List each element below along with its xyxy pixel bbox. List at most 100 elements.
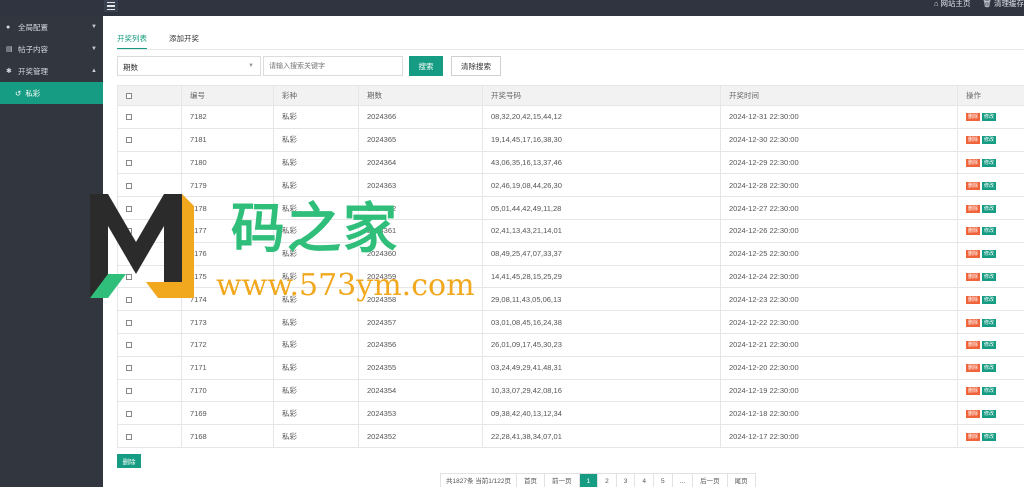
table-cell: 2024361 bbox=[358, 218, 483, 243]
table-cell: 7182 bbox=[181, 105, 274, 129]
page-button[interactable]: 2 bbox=[598, 474, 617, 487]
row-checkbox[interactable] bbox=[117, 310, 182, 334]
delete-button[interactable]: 删除 bbox=[966, 272, 981, 281]
delete-button[interactable]: 删除 bbox=[966, 250, 981, 259]
row-checkbox[interactable] bbox=[117, 127, 182, 152]
table-body: 7182 私彩 2024366 08,32,20,42,15,44,12 2024-12… bbox=[117, 105, 1024, 448]
row-checkbox[interactable] bbox=[117, 173, 182, 198]
search-input[interactable] bbox=[263, 56, 403, 76]
search-button[interactable]: 搜索 bbox=[409, 56, 443, 76]
table-cell: 2024357 bbox=[358, 310, 483, 334]
row-checkbox[interactable] bbox=[117, 241, 182, 266]
page-button[interactable]: 1 bbox=[579, 474, 599, 487]
last-page-button[interactable]: 尾页 bbox=[728, 474, 755, 487]
page-button[interactable]: 5 bbox=[654, 474, 673, 487]
table-row: 7178 私彩 2024362 05,01,44,42,49,11,28 2024-12… bbox=[117, 196, 1024, 220]
page-button[interactable]: 4 bbox=[635, 474, 655, 487]
row-actions: 删除 修改 bbox=[957, 196, 1024, 220]
table-cell: 私彩 bbox=[273, 332, 359, 357]
edit-button[interactable]: 修改 bbox=[982, 181, 997, 190]
table-cell: 08,32,20,42,15,44,12 bbox=[482, 105, 721, 129]
column-header-type: 彩种 bbox=[273, 85, 359, 106]
bulk-delete-button[interactable]: 删除 bbox=[117, 454, 141, 468]
edit-button[interactable]: 修改 bbox=[982, 409, 997, 418]
page-button[interactable]: 3 bbox=[617, 474, 636, 487]
menu-toggle-icon[interactable] bbox=[104, 0, 118, 12]
edit-button[interactable]: 修改 bbox=[982, 204, 997, 213]
table-cell: 私彩 bbox=[273, 355, 359, 380]
edit-button[interactable]: 修改 bbox=[982, 113, 997, 122]
table-cell: 7178 bbox=[181, 196, 274, 220]
prev-page-button[interactable]: 前一页 bbox=[545, 474, 580, 487]
table-row: 7176 私彩 2024360 08,49,25,47,07,33,37 2024-12… bbox=[117, 241, 1024, 266]
tab-add-draw[interactable]: 添加开奖 bbox=[169, 30, 199, 50]
delete-button[interactable]: 删除 bbox=[966, 113, 981, 122]
row-checkbox[interactable] bbox=[117, 264, 182, 289]
delete-button[interactable]: 删除 bbox=[966, 364, 981, 373]
first-page-button[interactable]: 首页 bbox=[517, 474, 546, 487]
table-cell: 2024352 bbox=[358, 424, 483, 448]
top-links: ⌂ 网站主页 🗑 清理缓存 bbox=[934, 0, 1024, 8]
edit-button[interactable]: 修改 bbox=[982, 136, 997, 145]
home-link[interactable]: ⌂ 网站主页 bbox=[934, 0, 971, 8]
chevron-down-icon: ▼ bbox=[91, 46, 97, 52]
delete-button[interactable]: 删除 bbox=[966, 204, 981, 213]
delete-button[interactable]: 删除 bbox=[966, 318, 981, 327]
search-field-select[interactable]: 期数 ▼ bbox=[117, 56, 261, 76]
table-row: 7182 私彩 2024366 08,32,20,42,15,44,12 2024-12… bbox=[117, 105, 1024, 129]
table-cell: 26,01,09,17,45,30,23 bbox=[482, 332, 721, 357]
row-checkbox[interactable] bbox=[117, 105, 182, 129]
table-cell: 29,08,11,43,05,06,13 bbox=[482, 287, 721, 312]
delete-button[interactable]: 删除 bbox=[966, 386, 981, 395]
tab-bar: 开奖列表 添加开奖 bbox=[117, 30, 199, 50]
edit-button[interactable]: 修改 bbox=[982, 250, 997, 259]
table-cell: 14,41,45,28,15,25,29 bbox=[482, 264, 721, 289]
table-cell: 2024363 bbox=[358, 173, 483, 198]
clear-search-button[interactable]: 清除搜索 bbox=[451, 56, 501, 76]
delete-button[interactable]: 删除 bbox=[966, 341, 981, 350]
edit-button[interactable]: 修改 bbox=[982, 227, 997, 236]
edit-button[interactable]: 修改 bbox=[982, 295, 997, 304]
delete-button[interactable]: 删除 bbox=[966, 409, 981, 418]
sidebar-subitem-private-lottery[interactable]: ↺ 私彩 bbox=[0, 82, 103, 104]
edit-button[interactable]: 修改 bbox=[982, 272, 997, 281]
edit-button[interactable]: 修改 bbox=[982, 159, 997, 167]
row-checkbox[interactable] bbox=[117, 355, 182, 380]
delete-button[interactable]: 删除 bbox=[966, 159, 981, 167]
delete-button[interactable]: 删除 bbox=[966, 136, 981, 145]
row-checkbox[interactable] bbox=[117, 196, 182, 220]
table-cell: 2024-12-22 22:30:00 bbox=[720, 310, 958, 334]
row-checkbox[interactable] bbox=[117, 150, 182, 175]
row-checkbox[interactable] bbox=[117, 424, 182, 448]
edit-button[interactable]: 修改 bbox=[982, 318, 997, 327]
sidebar-item-global-config[interactable]: ● 全局配置 ▼ bbox=[0, 16, 103, 38]
delete-button[interactable]: 删除 bbox=[966, 227, 981, 236]
edit-button[interactable]: 修改 bbox=[982, 386, 997, 395]
row-checkbox[interactable] bbox=[117, 378, 182, 403]
edit-button[interactable]: 修改 bbox=[982, 341, 997, 350]
table-cell: 7175 bbox=[181, 264, 274, 289]
edit-button[interactable]: 修改 bbox=[982, 432, 997, 441]
select-all-checkbox[interactable] bbox=[117, 85, 182, 106]
sidebar-item-lottery-manage[interactable]: ✱ 开奖管理 ▲ bbox=[0, 60, 103, 82]
row-actions: 删除 修改 bbox=[957, 287, 1024, 312]
delete-button[interactable]: 删除 bbox=[966, 432, 981, 441]
table-cell: 22,28,41,38,34,07,01 bbox=[482, 424, 721, 448]
sidebar-item-post-content[interactable]: ▤ 帖子内容 ▼ bbox=[0, 38, 103, 60]
tab-draw-list[interactable]: 开奖列表 bbox=[117, 30, 147, 50]
delete-button[interactable]: 删除 bbox=[966, 181, 981, 190]
globe-icon: ● bbox=[6, 23, 11, 31]
row-checkbox[interactable] bbox=[117, 218, 182, 243]
row-checkbox[interactable] bbox=[117, 401, 182, 426]
table-row: 7174 私彩 2024358 29,08,11,43,05,06,13 2024-12… bbox=[117, 287, 1024, 312]
edit-button[interactable]: 修改 bbox=[982, 364, 997, 373]
next-page-button[interactable]: 后一页 bbox=[693, 474, 728, 487]
history-icon: ↺ bbox=[15, 88, 22, 98]
delete-button[interactable]: 删除 bbox=[966, 295, 981, 304]
table-cell: 02,46,19,08,44,26,30 bbox=[482, 173, 721, 198]
table-cell: 2024360 bbox=[358, 241, 483, 266]
clear-cache-link[interactable]: 🗑 清理缓存 bbox=[982, 0, 1024, 8]
row-checkbox[interactable] bbox=[117, 332, 182, 357]
table-cell: 7172 bbox=[181, 332, 274, 357]
row-checkbox[interactable] bbox=[117, 287, 182, 312]
